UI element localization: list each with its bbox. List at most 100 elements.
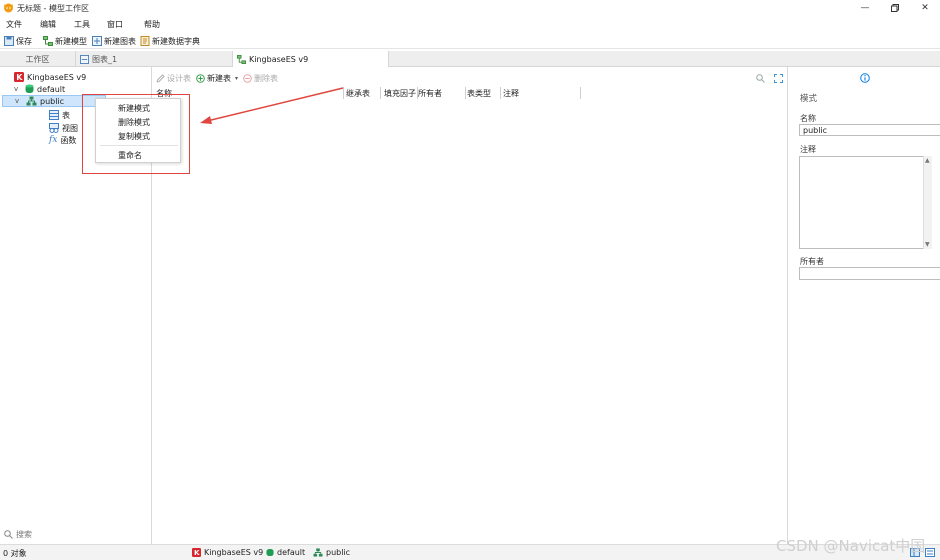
delete-table-label: 删除表: [254, 74, 278, 83]
column-separator[interactable]: [380, 87, 381, 99]
name-field-value: public: [803, 126, 828, 135]
tree-tables[interactable]: 表: [49, 109, 70, 121]
fullscreen-icon[interactable]: [774, 74, 783, 83]
minimize-button[interactable]: —: [850, 0, 880, 16]
kingbase-icon: K: [14, 72, 24, 82]
chart-icon: [80, 54, 89, 64]
model-icon: [43, 36, 53, 46]
design-table-button[interactable]: 设计表: [156, 73, 191, 84]
search-box[interactable]: 搜索: [4, 529, 32, 540]
tree-schema-label: public: [40, 96, 65, 106]
navicat-logo-icon: [4, 3, 13, 13]
comment-scrollbar[interactable]: ▲ ▼: [923, 156, 932, 249]
menu-tools[interactable]: 工具: [74, 19, 90, 30]
menu-bar: 文件 编辑 工具 窗口 帮助: [0, 17, 940, 31]
save-icon: [4, 36, 14, 46]
new-table-button[interactable]: 新建表 ▾: [196, 73, 238, 84]
new-dictionary-button[interactable]: 新建数据字典: [140, 35, 200, 47]
dropdown-arrow-icon[interactable]: ▾: [235, 75, 238, 82]
schema-icon: [26, 96, 37, 106]
annotation-highlight-box: [82, 94, 190, 174]
plus-circle-icon: [196, 74, 205, 83]
search-placeholder: 搜索: [16, 530, 32, 539]
window-title: 无标题 - 模型工作区: [17, 4, 89, 13]
table-icon: [49, 110, 59, 120]
status-schema-label: public: [326, 548, 351, 557]
tab-kingbase[interactable]: KingbaseES v9: [233, 51, 389, 67]
annotation-arrow: [200, 87, 344, 124]
new-dictionary-label: 新建数据字典: [152, 36, 200, 46]
delete-table-button[interactable]: 删除表: [243, 73, 278, 84]
save-button[interactable]: 保存: [4, 35, 32, 47]
svg-text:K: K: [16, 73, 23, 82]
object-count: 0 对象: [3, 549, 27, 558]
database-icon: [25, 84, 34, 93]
search-icon[interactable]: [756, 74, 765, 83]
menu-help[interactable]: 帮助: [144, 19, 160, 30]
menu-edit[interactable]: 编辑: [40, 19, 56, 30]
tab-chart-1[interactable]: 图表_1: [76, 51, 233, 67]
new-model-button[interactable]: 新建模型: [43, 35, 87, 47]
kingbase-icon: K: [192, 548, 201, 557]
status-connection-label: KingbaseES v9: [204, 548, 264, 557]
database-icon: [266, 548, 274, 557]
column-header-comment[interactable]: 注释: [503, 88, 519, 99]
menu-file[interactable]: 文件: [6, 19, 22, 30]
pencil-icon: [156, 74, 165, 83]
close-button[interactable]: ✕: [910, 0, 940, 16]
tree-views-label: 视图: [62, 123, 78, 133]
column-header-owner[interactable]: 所有者: [418, 88, 442, 99]
column-header-table-type[interactable]: 表类型: [467, 88, 491, 99]
tab-workspace[interactable]: 工作区: [0, 51, 76, 67]
tree-connection[interactable]: K KingbaseES v9: [14, 71, 86, 83]
column-header-fillfactor[interactable]: 填充因子: [384, 88, 416, 99]
status-connection: K KingbaseES v9: [192, 548, 263, 557]
tree-database[interactable]: v default: [14, 83, 65, 95]
new-chart-button[interactable]: 新建图表: [92, 35, 136, 47]
status-database: default: [266, 548, 305, 557]
owner-label: 所有者: [800, 257, 824, 266]
view-icon: [49, 123, 59, 133]
owner-field[interactable]: [799, 267, 940, 280]
tree-tables-label: 表: [62, 110, 70, 120]
app-window: 无标题 - 模型工作区 — ✕ 文件 编辑 工具 窗口 帮助 保存 新建模型 新…: [0, 0, 940, 560]
properties-panel: 模式 名称 public 注释 ▲ ▼ 所有者: [787, 67, 940, 544]
section-title: 模式: [800, 94, 818, 104]
menu-window[interactable]: 窗口: [107, 19, 123, 30]
minus-circle-icon: [243, 74, 252, 83]
tree-views[interactable]: 视图: [49, 122, 78, 134]
tab-bar: 工作区 图表_1 KingbaseES v9: [0, 51, 940, 67]
search-icon: [4, 530, 13, 539]
tree-functions-label: 函数: [60, 135, 77, 145]
svg-text:K: K: [194, 548, 200, 557]
model-icon: [237, 54, 246, 64]
restore-icon: [891, 4, 899, 12]
column-separator[interactable]: [500, 87, 501, 99]
expand-chevron-icon[interactable]: v: [15, 97, 23, 105]
watermark: CSDN @Navicat中国: [776, 537, 926, 555]
info-icon[interactable]: [860, 73, 870, 83]
new-table-label: 新建表: [207, 74, 231, 83]
scroll-up-icon[interactable]: ▲: [925, 157, 930, 164]
save-label: 保存: [16, 36, 32, 46]
name-label: 名称: [800, 114, 816, 123]
new-chart-label: 新建图表: [104, 36, 136, 46]
tree-functions[interactable]: fx 函数: [49, 134, 76, 146]
column-separator[interactable]: [580, 87, 581, 99]
tab-chart-1-label: 图表_1: [92, 54, 118, 64]
title-bar: 无标题 - 模型工作区 — ✕: [0, 0, 940, 16]
scroll-down-icon[interactable]: ▼: [925, 241, 930, 248]
column-separator[interactable]: [465, 87, 466, 99]
expand-chevron-icon[interactable]: v: [14, 85, 22, 93]
comment-label: 注释: [800, 145, 816, 154]
comment-textarea[interactable]: ▲ ▼: [799, 156, 932, 249]
function-icon: fx: [49, 135, 58, 145]
design-table-label: 设计表: [167, 74, 191, 83]
list-view-icon[interactable]: [925, 548, 935, 557]
status-database-label: default: [277, 548, 306, 557]
tab-kingbase-label: KingbaseES v9: [249, 54, 309, 64]
tab-workspace-label: 工作区: [25, 54, 50, 64]
name-field[interactable]: public: [799, 124, 940, 136]
column-header-inherit[interactable]: 继承表: [346, 88, 370, 99]
maximize-button[interactable]: [880, 0, 910, 16]
